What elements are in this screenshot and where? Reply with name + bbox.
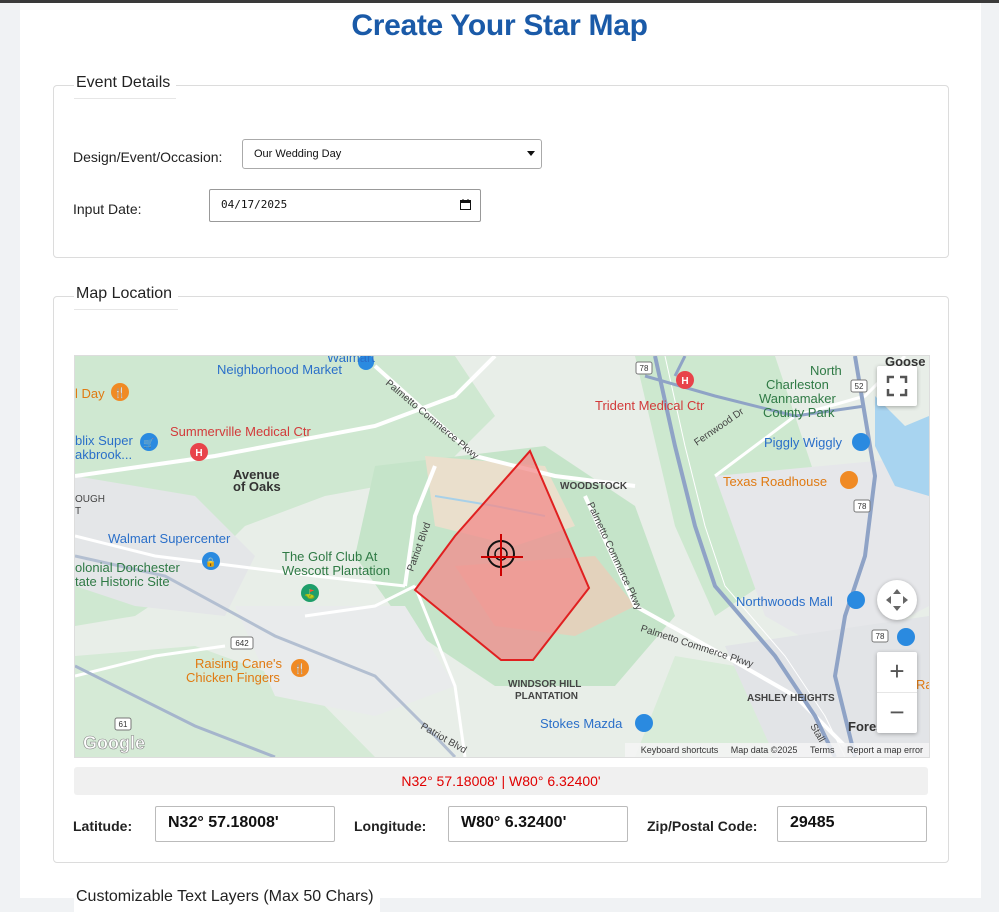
shopping-pin-icon[interactable] xyxy=(635,714,653,732)
svg-text:🔒: 🔒 xyxy=(205,557,216,567)
shopping-pin-icon[interactable] xyxy=(847,591,865,609)
fullscreen-icon xyxy=(886,375,908,397)
svg-text:78: 78 xyxy=(640,364,649,373)
svg-text:H: H xyxy=(195,448,202,459)
map-label: Raising Cane's xyxy=(195,656,283,671)
longitude-input[interactable]: W80° 6.32400' xyxy=(448,806,628,842)
map-label: of Oaks xyxy=(233,479,281,494)
map-label: Northwoods Mall xyxy=(736,594,833,609)
terms-link[interactable]: Terms xyxy=(810,745,835,755)
map-label: l Day xyxy=(75,386,105,401)
restaurant-pin-icon[interactable] xyxy=(840,471,858,489)
map-label: Wescott Plantation xyxy=(282,563,390,578)
restaurant-pin-icon[interactable]: 🍴 xyxy=(111,383,129,401)
shopping-pin-icon[interactable] xyxy=(897,628,915,646)
camera-control-button[interactable] xyxy=(877,580,917,620)
map-label: North xyxy=(810,363,842,378)
map-label: PLANTATION xyxy=(515,691,578,702)
map-label: Trident Medical Ctr xyxy=(595,398,705,413)
date-value: 04/17/2025 xyxy=(221,198,288,211)
map-label: Chicken Fingers xyxy=(186,670,280,685)
restaurant-pin-icon[interactable]: 🍴 xyxy=(291,659,309,677)
map-footer: Keyboard shortcuts Map data ©2025 Terms … xyxy=(624,743,929,757)
hospital-pin-icon[interactable]: H xyxy=(676,371,694,389)
zip-label: Zip/Postal Code: xyxy=(647,818,758,834)
svg-text:🍴: 🍴 xyxy=(294,662,306,675)
latitude-input[interactable]: N32° 57.18008' xyxy=(155,806,335,842)
text-layers-legend: Customizable Text Layers (Max 50 Chars) xyxy=(74,888,380,912)
route-shield-icon: 52 xyxy=(850,379,868,393)
map-label: Neighborhood Market xyxy=(217,362,342,377)
golf-pin-icon[interactable]: ⛳ xyxy=(301,584,319,602)
zoom-controls: + − xyxy=(877,652,917,733)
map-label: Stokes Mazda xyxy=(540,716,623,731)
map-label: Texas Roadhouse xyxy=(723,474,827,489)
hospital-pin-icon[interactable]: H xyxy=(190,443,208,461)
coordinates-readout: N32° 57.18008' | W80° 6.32400' xyxy=(74,767,928,795)
route-shield-icon: 78 xyxy=(871,629,889,643)
map-label: tate Historic Site xyxy=(75,574,170,589)
svg-text:61: 61 xyxy=(119,720,128,729)
zip-input[interactable]: 29485 xyxy=(777,806,927,842)
fullscreen-button[interactable] xyxy=(877,366,917,406)
date-input[interactable]: 04/17/2025 xyxy=(209,189,481,222)
event-details-legend: Event Details xyxy=(74,74,177,99)
map-canvas[interactable]: 🍴 H 🛒 🔒 ⛳ 🍴 H 78 52 78 78 642 61 Walmart… xyxy=(75,356,929,757)
shopping-pin-icon[interactable]: 🛒 xyxy=(140,433,158,451)
map-label: akbrook... xyxy=(75,447,132,462)
zoom-out-button[interactable]: − xyxy=(877,693,917,733)
route-shield-icon: 61 xyxy=(114,717,132,731)
map-label: OUGH xyxy=(75,494,105,505)
google-logo: Google xyxy=(83,733,145,753)
svg-text:H: H xyxy=(681,376,688,387)
map-location-legend: Map Location xyxy=(74,285,179,310)
svg-text:🍴: 🍴 xyxy=(114,386,126,399)
shopping-pin-icon[interactable] xyxy=(852,433,870,451)
route-shield-icon: 78 xyxy=(635,361,653,375)
map-label: Piggly Wiggly xyxy=(764,435,843,450)
map-view[interactable]: 🍴 H 🛒 🔒 ⛳ 🍴 H 78 52 78 78 642 61 Walmart… xyxy=(74,355,930,758)
design-select-value: Our Wedding Day xyxy=(254,148,342,160)
latitude-label: Latitude: xyxy=(73,818,133,834)
map-label: Charleston xyxy=(766,377,829,392)
map-label: Walmart Supercenter xyxy=(108,531,231,546)
shopping-pin-icon[interactable]: 🔒 xyxy=(202,552,220,570)
map-label: Summerville Medical Ctr xyxy=(170,424,312,439)
svg-text:🛒: 🛒 xyxy=(143,437,154,448)
report-error-link[interactable]: Report a map error xyxy=(847,745,923,755)
date-label: Input Date: xyxy=(73,201,142,217)
chevron-down-icon xyxy=(527,151,535,156)
route-shield-icon: 642 xyxy=(230,636,254,650)
zoom-in-button[interactable]: + xyxy=(877,652,917,693)
calendar-icon[interactable] xyxy=(460,199,471,210)
longitude-label: Longitude: xyxy=(354,818,427,834)
map-label: The Golf Club At xyxy=(282,549,378,564)
map-label: blix Super xyxy=(75,433,133,448)
svg-text:⛳: ⛳ xyxy=(304,588,315,600)
svg-text:78: 78 xyxy=(876,632,885,641)
page-title: Create Your Star Map xyxy=(351,9,648,42)
map-label: Ra xyxy=(916,677,929,692)
map-label: ASHLEY HEIGHTS xyxy=(747,693,835,704)
map-label: WOODSTOCK xyxy=(560,481,628,492)
map-label: WINDSOR HILL xyxy=(508,679,581,690)
map-label: olonial Dorchester xyxy=(75,560,180,575)
route-shield-icon: 78 xyxy=(853,499,871,513)
map-label: T xyxy=(75,506,81,517)
event-details-section xyxy=(53,85,949,258)
pan-arrows-icon xyxy=(886,589,908,611)
map-label: County Park xyxy=(763,405,835,420)
map-data-text: Map data ©2025 xyxy=(730,745,798,755)
svg-text:78: 78 xyxy=(858,502,867,511)
svg-text:642: 642 xyxy=(235,639,249,648)
keyboard-shortcuts-link[interactable]: Keyboard shortcuts xyxy=(641,745,719,755)
design-label: Design/Event/Occasion: xyxy=(73,149,223,165)
page-container: Create Your Star Map Event Details Desig… xyxy=(20,3,981,912)
map-label: Wannamaker xyxy=(759,391,836,406)
svg-text:52: 52 xyxy=(855,382,864,391)
design-select[interactable]: Our Wedding Day xyxy=(242,139,542,169)
